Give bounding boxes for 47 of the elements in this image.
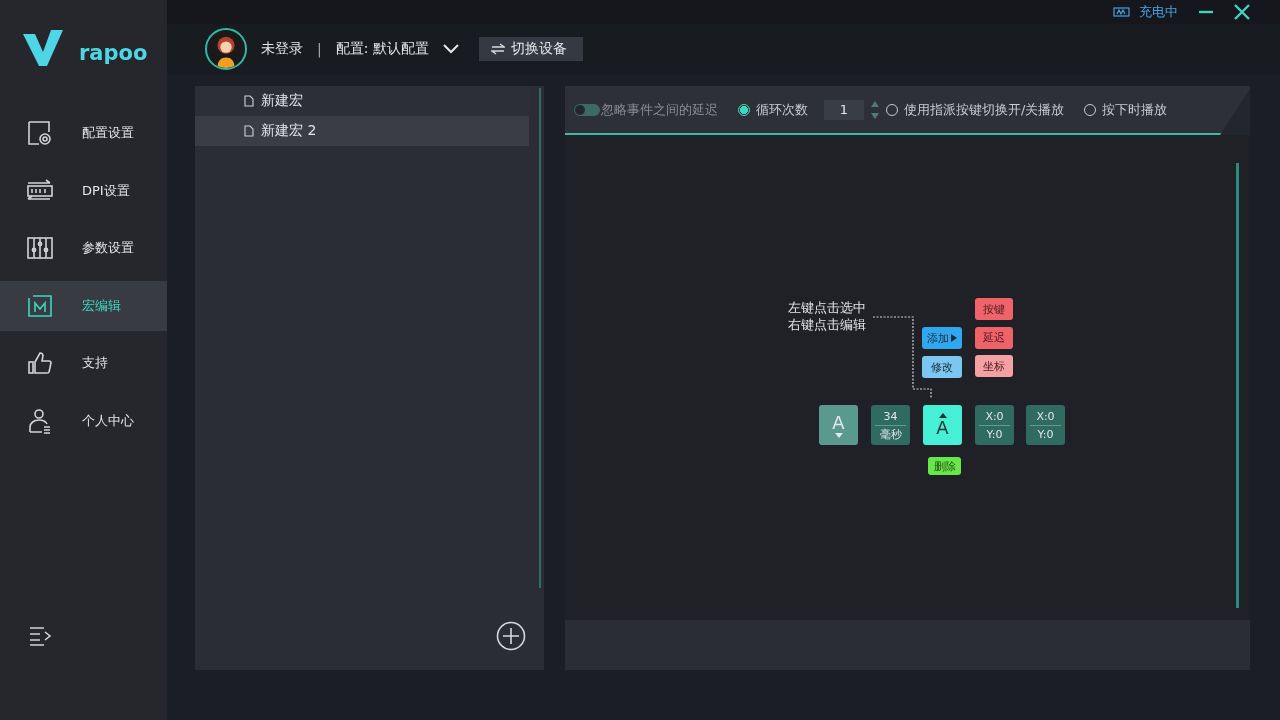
- macro-list-item[interactable]: 新建宏 2: [195, 116, 529, 146]
- key-event[interactable]: A: [923, 405, 962, 445]
- sidebar-item[interactable]: DPI设置: [0, 165, 167, 216]
- coord-event[interactable]: X:0 Y:0: [1026, 405, 1065, 445]
- profile-selector[interactable]: 配置: 默认配置: [335, 40, 429, 58]
- sidebar-item[interactable]: 宏编辑: [0, 280, 167, 331]
- sidebar-item[interactable]: 参数设置: [0, 223, 167, 274]
- close-icon[interactable]: [1234, 4, 1250, 20]
- radio-label: 使用指派按键切换开/关播放: [904, 100, 1065, 119]
- avatar[interactable]: [205, 28, 247, 70]
- battery-icon: [1113, 7, 1131, 17]
- menu-option[interactable]: 延迟: [975, 326, 1013, 349]
- sidebar-item[interactable]: 支持: [0, 338, 167, 389]
- separator: |: [317, 41, 322, 57]
- radio-button[interactable]: [738, 103, 750, 116]
- submenu-arrow-icon: [951, 334, 957, 342]
- radio-label: 循环次数: [756, 100, 808, 119]
- edit-button[interactable]: 修改: [922, 356, 962, 378]
- up-arrow-icon: [938, 412, 947, 418]
- switch-device-button[interactable]: 切换设备: [478, 37, 583, 61]
- menu-icon[interactable]: [29, 626, 53, 646]
- menu-option[interactable]: 坐标: [975, 355, 1013, 377]
- sidebar-item[interactable]: 配置设置: [0, 108, 167, 158]
- add-button[interactable]: 添加: [922, 327, 962, 349]
- down-arrow-icon: [834, 432, 843, 438]
- loop-count-field[interactable]: 1: [824, 99, 864, 120]
- delay-event[interactable]: 34 毫秒: [871, 405, 910, 445]
- document-icon: [244, 125, 254, 137]
- login-status[interactable]: 未登录: [261, 40, 303, 58]
- hint-text: 左键点击选中: [788, 300, 866, 316]
- radio-label: 按下时播放: [1102, 100, 1168, 119]
- menu-option[interactable]: 按键: [975, 298, 1013, 320]
- toggle-switch[interactable]: [574, 103, 600, 116]
- battery-status: 充电中: [1139, 3, 1178, 21]
- spinner-arrows-icon[interactable]: [870, 99, 880, 120]
- gear-document-icon: [26, 119, 54, 147]
- delete-button[interactable]: 删除: [928, 457, 961, 475]
- coord-event[interactable]: X:0 Y:0: [975, 405, 1014, 445]
- logo-icon: [23, 30, 63, 66]
- chevron-down-icon[interactable]: [442, 44, 459, 54]
- sidebar-item[interactable]: 个人中心: [0, 395, 167, 446]
- swap-arrows-icon: [490, 43, 505, 55]
- add-icon[interactable]: [496, 621, 526, 651]
- hint-text: 右键点击编辑: [788, 317, 866, 333]
- logo-text: rapoo: [79, 42, 148, 64]
- toggle-label: 忽略事件之间的延迟: [601, 100, 718, 119]
- document-icon: [244, 95, 254, 107]
